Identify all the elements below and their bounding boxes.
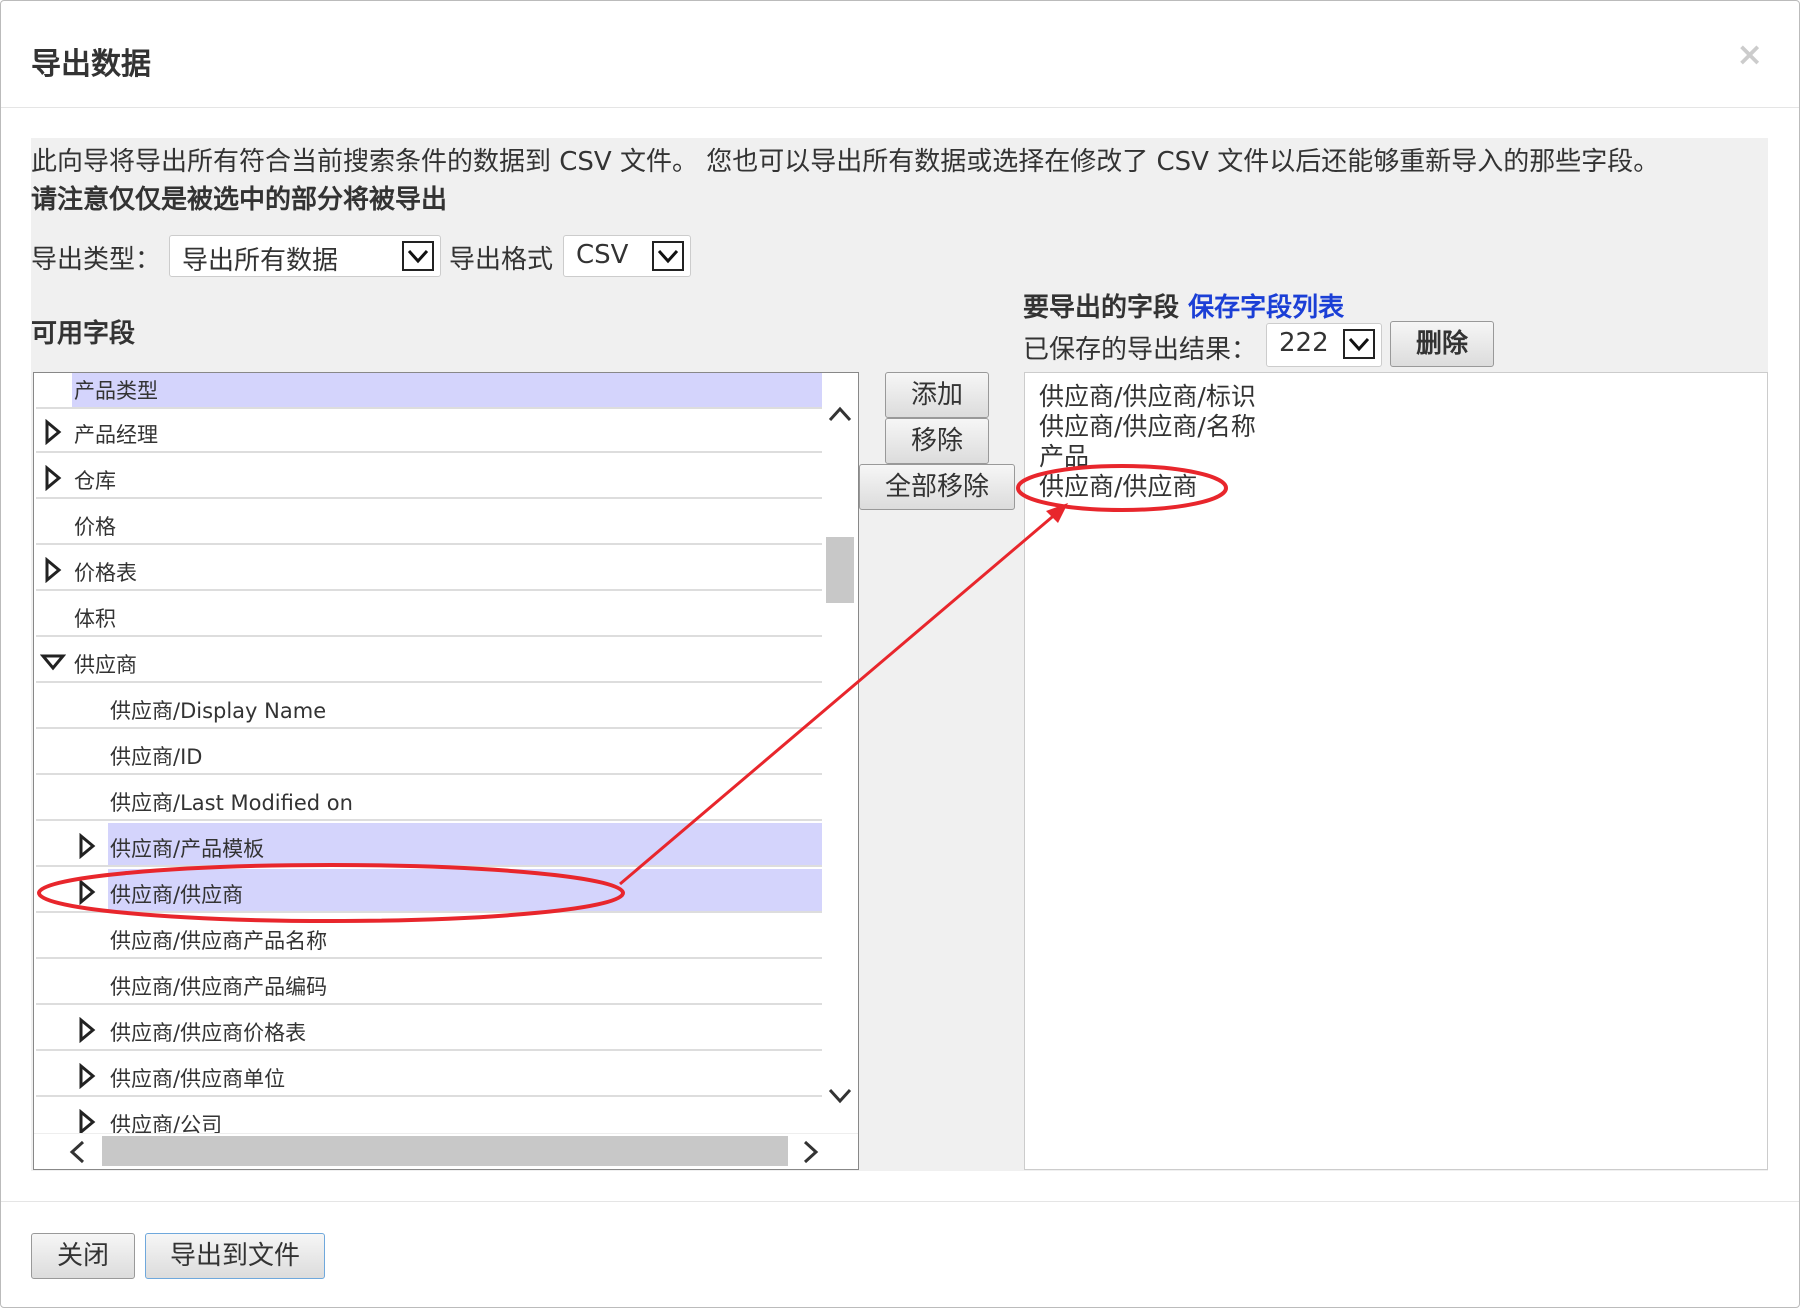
export-type-select[interactable]: 导出所有数据	[169, 235, 441, 277]
tree-row[interactable]: 供应商	[36, 639, 822, 683]
expand-triangle-icon[interactable]	[44, 557, 62, 583]
export-format-select[interactable]: CSV	[563, 235, 691, 277]
close-icon[interactable]: ×	[1736, 35, 1763, 73]
chevron-down-icon	[1343, 329, 1375, 359]
available-fields-tree[interactable]: 产品类型 产品经理 仓库 价格 价格表 体积 供应商 供应商/Display N…	[33, 372, 859, 1170]
export-format-label: 导出格式	[449, 245, 554, 275]
saved-exports-select[interactable]: 222	[1266, 323, 1382, 367]
tree-row-label: 仓库	[74, 469, 116, 493]
remove-button[interactable]: 移除	[885, 418, 989, 464]
tree-row-label: 供应商/供应商价格表	[110, 1021, 307, 1045]
expand-triangle-icon[interactable]	[78, 1017, 96, 1043]
tree-row-label: 供应商/供应商单位	[110, 1067, 286, 1091]
scroll-down-icon[interactable]	[828, 1087, 852, 1105]
scroll-right-icon[interactable]	[802, 1140, 820, 1164]
saved-exports-label: 已保存的导出结果：	[1023, 335, 1258, 365]
horizontal-scroll-thumb[interactable]	[102, 1136, 788, 1166]
tree-row[interactable]: 产品类型	[36, 373, 822, 409]
list-item[interactable]: 供应商/供应商	[1039, 467, 1197, 503]
tree-row[interactable]: 供应商/供应商单位	[36, 1053, 822, 1097]
tree-row[interactable]: 供应商/ID	[36, 731, 822, 775]
export-fields-title: 要导出的字段	[1023, 293, 1180, 323]
expand-triangle-icon[interactable]	[78, 1109, 96, 1135]
vertical-scrollbar[interactable]	[822, 373, 858, 1133]
tree-row-label: 供应商/ID	[110, 745, 203, 769]
export-to-file-button[interactable]: 导出到文件	[145, 1233, 325, 1279]
dialog-title: 导出数据	[31, 47, 151, 82]
tree-row-label: 供应商/供应商产品名称	[110, 929, 328, 953]
export-dialog: 导出数据 × 此向导将导出所有符合当前搜索条件的数据到 CSV 文件。 您也可以…	[0, 0, 1800, 1308]
tree-row[interactable]: 价格	[36, 501, 822, 545]
description-text: 此向导将导出所有符合当前搜索条件的数据到 CSV 文件。 您也可以导出所有数据或…	[31, 147, 1660, 177]
tree-row-label: 产品类型	[74, 379, 158, 403]
saved-exports-value: 222	[1279, 328, 1329, 358]
footer-divider	[1, 1201, 1799, 1202]
tree-row-selected[interactable]: 供应商/供应商	[36, 869, 822, 913]
expand-triangle-icon[interactable]	[78, 1063, 96, 1089]
dialog-header: 导出数据 ×	[1, 1, 1799, 108]
tree-row[interactable]: 仓库	[36, 455, 822, 499]
tree-row[interactable]: 供应商/Last Modified on	[36, 777, 822, 821]
tree-row-label: 供应商/供应商产品编码	[110, 975, 328, 999]
expand-triangle-icon[interactable]	[78, 833, 96, 859]
tree-row-label: 产品经理	[74, 423, 158, 447]
tree-row-label: 价格	[74, 515, 116, 539]
tree-row-label: 供应商/Last Modified on	[110, 791, 353, 815]
tree-row[interactable]: 供应商/供应商产品编码	[36, 961, 822, 1005]
export-fields-list[interactable]: 供应商/供应商/标识 供应商/供应商/名称 产品 供应商/供应商	[1024, 372, 1768, 1170]
collapse-triangle-icon[interactable]	[40, 653, 66, 671]
vertical-scroll-thumb[interactable]	[826, 537, 854, 603]
add-button[interactable]: 添加	[885, 372, 989, 418]
tree-row[interactable]: 供应商/Display Name	[36, 685, 822, 729]
tree-row-label: 供应商/Display Name	[110, 699, 327, 723]
close-button[interactable]: 关闭	[31, 1233, 135, 1279]
chevron-down-icon	[402, 241, 434, 271]
available-fields-heading: 可用字段	[31, 319, 136, 349]
delete-button[interactable]: 删除	[1390, 321, 1494, 367]
export-format-value: CSV	[576, 240, 629, 270]
expand-triangle-icon[interactable]	[44, 465, 62, 491]
export-fields-heading: 要导出的字段 保存字段列表	[1023, 287, 1344, 324]
scroll-left-icon[interactable]	[68, 1140, 86, 1164]
tree-row[interactable]: 供应商/供应商价格表	[36, 1007, 822, 1051]
chevron-down-icon	[652, 241, 684, 271]
tree-row[interactable]: 产品经理	[36, 409, 822, 453]
tree-row[interactable]: 价格表	[36, 547, 822, 591]
expand-triangle-icon[interactable]	[78, 879, 96, 905]
tree-row-label: 供应商/产品模板	[110, 837, 265, 861]
tree-row[interactable]: 供应商/供应商产品名称	[36, 915, 822, 959]
horizontal-scrollbar[interactable]	[34, 1133, 858, 1169]
export-type-value: 导出所有数据	[182, 246, 339, 276]
tree-row-label: 价格表	[74, 561, 137, 585]
tree-row-label: 供应商/供应商	[110, 883, 244, 907]
tree-row-label: 供应商	[74, 653, 137, 677]
remove-all-button[interactable]: 全部移除	[859, 464, 1015, 510]
scroll-up-icon[interactable]	[828, 405, 852, 423]
export-type-label: 导出类型：	[31, 245, 162, 275]
tree-row[interactable]: 供应商/产品模板	[36, 823, 822, 867]
expand-triangle-icon[interactable]	[44, 419, 62, 445]
tree-row-label: 体积	[74, 607, 116, 631]
note-text: 请注意仅仅是被选中的部分将被导出	[31, 185, 448, 215]
save-field-list-link[interactable]: 保存字段列表	[1188, 293, 1344, 323]
tree-row[interactable]: 体积	[36, 593, 822, 637]
